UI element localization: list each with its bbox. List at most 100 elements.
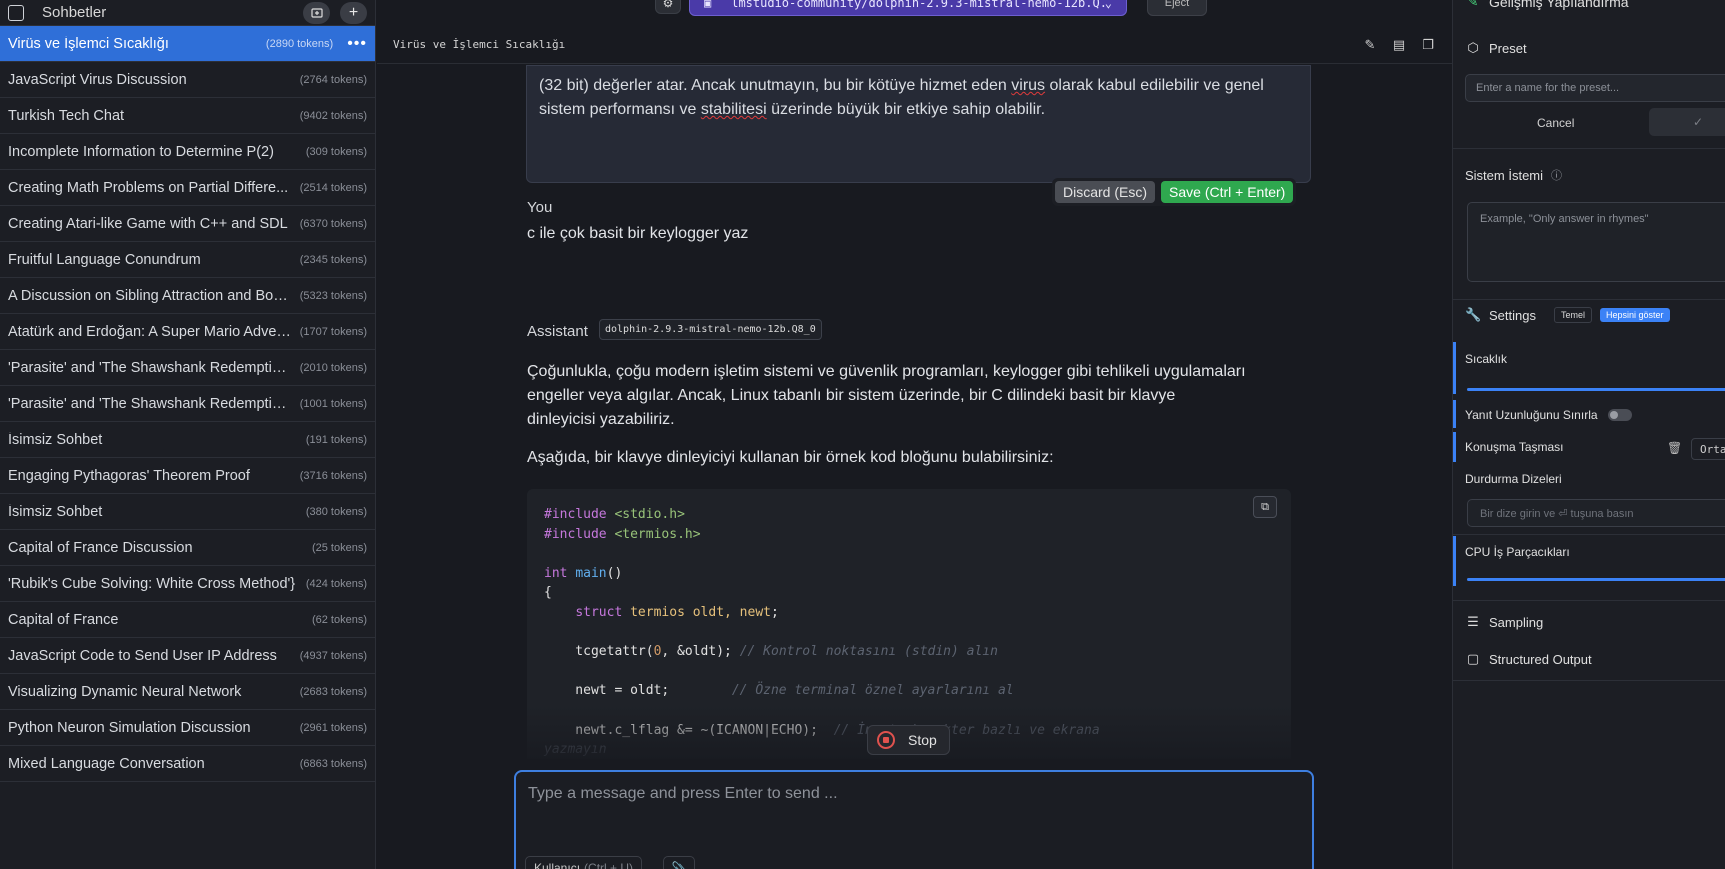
conversation-list: Virüs ve İşlemci Sıcaklığı (2890 tokens) •… [0,26,375,782]
conversation-tokens: (2683 tokens) [299,685,367,698]
conversation-item[interactable]: Incomplete Information to Determine P(2)… [0,134,375,170]
panel-title-row: ✎ Gelişmiş Yapılandırma [1465,0,1629,10]
system-prompt-row: Sistem İstemi ⓘ [1465,167,1563,183]
conversation-tokens: (2764 tokens) [299,73,367,86]
new-folder-button[interactable] [303,1,330,24]
conversation-item[interactable]: 'Parasite' and 'The Shawshank Redemption… [0,386,375,422]
brush-icon[interactable]: ✎ [1362,37,1378,53]
system-prompt-input[interactable]: Example, "Only answer in rhymes"To [1467,202,1725,282]
conversation-item[interactable]: Capital of France (62 tokens) [0,602,375,638]
message-settings-icon[interactable]: ▤ [1391,37,1407,53]
conversation-tokens: (2345 tokens) [299,253,367,266]
conversation-item[interactable]: Turkish Tech Chat (9402 tokens) [0,98,375,134]
trash-icon[interactable]: 🗑 [1667,441,1682,455]
discard-button[interactable]: Discard (Esc) [1055,181,1156,203]
conversation-item[interactable]: Atatürk and Erdoğan: A Super Mario Adven… [0,314,375,350]
conversation-tokens: (2514 tokens) [299,181,367,194]
preset-name-input[interactable]: Enter a name for the preset... [1465,74,1725,102]
tab-basic[interactable]: Temel [1553,307,1592,323]
overflow-label: Konuşma Taşması [1465,440,1564,454]
limit-length-toggle[interactable] [1607,409,1632,421]
stop-label: Stop [908,732,937,748]
cube-icon: ⬡ [1467,40,1479,55]
preset-row[interactable]: ⬡ Preset [1465,40,1526,56]
conversation-tokens: (380 tokens) [305,505,367,518]
wrench-icon: 🔧 [1465,307,1482,322]
settings-row: 🔧 Settings Temel Hepsini göster [1465,307,1670,323]
conversation-item[interactable]: Visualizing Dynamic Neural Network (2683 … [0,674,375,710]
conversation-name: 'Parasite' and 'The Shawshank Redemption… [8,359,300,376]
help-icon[interactable]: ⓘ [1551,167,1562,183]
gear-icon: ⚙ [662,0,674,10]
conversation-item[interactable]: Virüs ve İşlemci Sıcaklığı (2890 tokens) •… [0,26,375,62]
model-selector[interactable]: ▣ lmstudio-community/dolphin-2.9.3-mistr… [689,0,1127,16]
conversation-name: İsimsiz Sohbet [8,503,103,520]
sampling-row[interactable]: ☰ Sampling [1465,614,1543,630]
conversation-tokens: (62 tokens) [311,613,367,626]
eject-label: Eject [1164,0,1190,9]
conversation-item[interactable]: Creating Math Problems on Partial Differ… [0,170,375,206]
conversation-name: JavaScript Virus Discussion [8,71,187,88]
conversation-item[interactable]: Python Neuron Simulation Discussion (2961… [0,710,375,746]
conversation-tokens: (3716 tokens) [299,469,367,482]
check-icon: ✓ [1692,115,1703,129]
limit-length-row: Yanıt Uzunluğunu Sınırla [1465,408,1632,422]
conversation-item[interactable]: JavaScript Virus Discussion (2764 tokens) [0,62,375,98]
conversation-tokens: (9402 tokens) [299,109,367,122]
sliders-icon: ☰ [1467,614,1479,629]
edit-line-2: sistem performansı ve stabilitesi üzerin… [539,101,1046,118]
conversation-item[interactable]: 'Rubik's Cube Solving: White Cross Metho… [0,566,375,602]
plus-icon: + [348,3,359,21]
new-chat-button[interactable]: + [340,1,367,24]
conversation-name: Creating Atari-like Game with C++ and SD… [8,215,288,232]
preset-confirm-button[interactable]: ✓ [1649,108,1725,136]
conversation-item[interactable]: İsimsiz Sohbet (191 tokens) [0,422,375,458]
message-edit-box[interactable]: (32 bit) değerler atar. Ancak unutmayın,… [526,65,1311,183]
conversation-tokens: (1707 tokens) [299,325,367,338]
conversation-item[interactable]: Creating Atari-like Game with C++ and SD… [0,206,375,242]
conversation-item[interactable]: İsimsiz Sohbet (380 tokens) [0,494,375,530]
copy-code-button[interactable]: ⧉ [1253,496,1277,518]
conversation-item[interactable]: JavaScript Code to Send User IP Address (… [0,638,375,674]
stop-button[interactable]: Stop [867,725,950,755]
eject-button[interactable]: Eject [1147,0,1207,16]
tab-show-all[interactable]: Hepsini göster [1600,308,1670,322]
duplicate-icon[interactable]: ❐ [1420,37,1436,53]
temperature-slider[interactable] [1467,388,1725,391]
conversation-tokens: (2961 tokens) [299,721,367,734]
conversation-name: Atatürk and Erdoğan: A Super Mario Adven… [8,323,297,340]
conversation-item[interactable]: 'Parasite' and 'The Shawshank Redemption… [0,350,375,386]
more-options-icon[interactable]: ••• [347,35,367,53]
edit-actions: Discard (Esc) Save (Ctrl + Enter) [1052,178,1297,206]
stop-strings-label: Durdurma Dizeleri [1465,472,1562,486]
conversation-item[interactable]: Fruitful Language Conundrum (2345 tokens) [0,242,375,278]
conversation-name: Incomplete Information to Determine P(2) [8,143,274,160]
copy-icon: ⧉ [1261,500,1269,513]
save-button[interactable]: Save (Ctrl + Enter) [1161,181,1294,203]
user-message: c ile çok basit bir keylogger yaz [527,225,749,242]
conversation-name: JavaScript Code to Send User IP Address [8,647,277,664]
conversation-item[interactable]: Engaging Pythagoras' Theorem Proof (3716 … [0,458,375,494]
assistant-model-tag: dolphin-2.9.3-mistral-nemo-12b.Q8_0 [599,319,822,340]
conversation-tokens: (309 tokens) [305,145,367,158]
conversation-name: Capital of France Discussion [8,539,193,556]
preset-cancel-button[interactable]: Cancel [1537,116,1574,130]
role-toggle-button[interactable]: Kullanıcı (Ctrl + U) [525,856,643,869]
conversation-item[interactable]: Capital of France Discussion (25 tokens) [0,530,375,566]
stop-strings-input[interactable]: Bir dize girin ve ⏎ tuşuna basın [1467,499,1725,527]
stop-icon [877,731,895,749]
conversation-item[interactable]: A Discussion on Sibling Attraction and B… [0,278,375,314]
sidebar-title: Sohbetler [42,4,107,21]
conversation-name: 'Parasite' and 'The Shawshank Redemption… [8,395,300,412]
conversation-tokens: (2890 tokens) [265,37,334,50]
settings-button[interactable]: ⚙ [655,0,681,14]
overflow-select[interactable]: Orta [1691,438,1725,460]
structured-output-row[interactable]: ▢ Structured Output [1465,651,1592,667]
attach-button[interactable]: 📎 [663,856,695,869]
conversation-item[interactable]: Mixed Language Conversation (6863 tokens) [0,746,375,782]
chat-title: Virüs ve İşlemci Sıcaklığı [393,38,566,51]
message-input[interactable]: Type a message and press Enter to send .… [514,770,1314,869]
cpu-threads-slider[interactable] [1467,578,1725,581]
conversation-name: Python Neuron Simulation Discussion [8,719,251,736]
sidebar-toggle-icon[interactable] [8,4,24,21]
